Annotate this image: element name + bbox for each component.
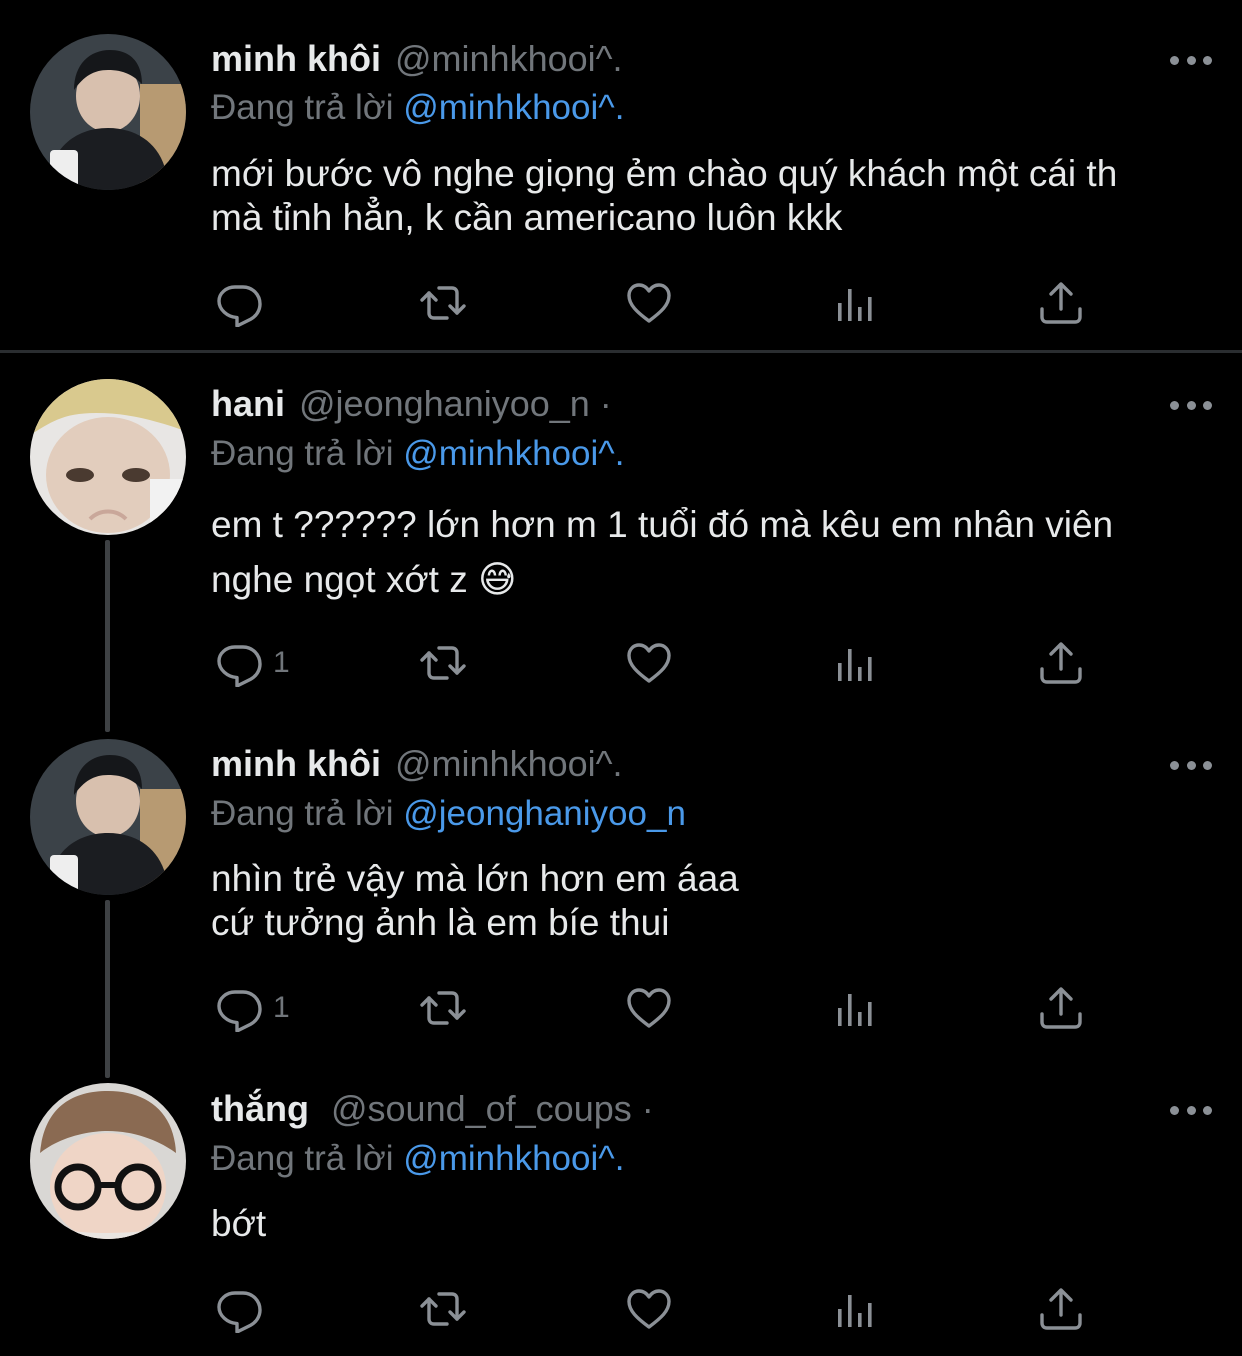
tweet-text-line: mới bước vô nghe giọng ẻm chào quý khách…	[211, 153, 1118, 194]
tweet-text-line: cứ tưởng ảnh là em bíe thui	[211, 902, 670, 943]
tweet-text-line: em t ?????? lớn hơn m 1 tuổi đó mà kêu e…	[211, 504, 1114, 545]
views-button[interactable]	[831, 278, 879, 328]
reply-icon	[215, 279, 263, 327]
tweet-text-line: nhìn trẻ vậy mà lớn hơn em áaa	[211, 858, 739, 899]
share-button[interactable]	[1037, 638, 1085, 688]
more-icon[interactable]	[1170, 1103, 1212, 1117]
retweet-button[interactable]	[419, 1284, 467, 1334]
views-button[interactable]	[831, 638, 879, 688]
share-button[interactable]	[1037, 983, 1085, 1033]
reply-icon	[215, 1285, 263, 1333]
views-button[interactable]	[831, 983, 879, 1033]
thread-line	[105, 540, 110, 732]
replying-to-label: Đang trả lời	[211, 794, 394, 833]
views-icon	[831, 1285, 879, 1333]
views-icon	[831, 279, 879, 327]
more-icon[interactable]	[1170, 53, 1212, 67]
avatar[interactable]	[30, 1083, 186, 1239]
replying-to: Đang trả lời @jeonghaniyoo_n	[211, 794, 686, 834]
heart-icon	[625, 279, 673, 327]
reply-button[interactable]: 1	[215, 983, 290, 1033]
mention-link[interactable]: @minhkhooi^.	[403, 1139, 624, 1178]
tweet-text-line: nghe ngọt xớt z 😅	[211, 559, 517, 600]
replying-to-label: Đang trả lời	[211, 1139, 394, 1178]
like-button[interactable]	[625, 638, 673, 688]
like-button[interactable]	[625, 983, 673, 1033]
display-name[interactable]: hani	[211, 383, 285, 425]
tweet-header: minh khôi @minhkhooi^.	[211, 38, 623, 84]
tweet-actions	[211, 1284, 1091, 1334]
heart-icon	[625, 639, 673, 687]
display-name[interactable]: thắng	[211, 1088, 309, 1130]
tweet-text: mới bước vô nghe giọng ẻm chào quý khách…	[211, 152, 1211, 240]
reply-icon	[215, 984, 263, 1032]
avatar[interactable]	[30, 34, 186, 190]
replying-to: Đang trả lời @minhkhooi^.	[211, 88, 624, 128]
tweet-header: minh khôi @minhkhooi^.	[211, 743, 623, 789]
retweet-icon	[419, 984, 467, 1032]
reply-button[interactable]	[215, 278, 273, 328]
retweet-icon	[419, 279, 467, 327]
username[interactable]: @minhkhooi^.	[395, 38, 623, 80]
retweet-button[interactable]	[419, 983, 467, 1033]
tweet-header: hani @jeonghaniyoo_n ·	[211, 383, 612, 429]
reply-count: 1	[273, 646, 290, 679]
share-icon	[1037, 1285, 1085, 1333]
tweet-actions	[211, 278, 1091, 328]
retweet-icon	[419, 639, 467, 687]
share-button[interactable]	[1037, 1284, 1085, 1334]
reply-button[interactable]: 1	[215, 638, 290, 688]
tweet-header: thắng @sound_of_coups ·	[211, 1088, 654, 1134]
like-button[interactable]	[625, 1284, 673, 1334]
tweet-divider	[0, 350, 1242, 353]
heart-icon	[625, 1285, 673, 1333]
tweet-text: bớt	[211, 1202, 1211, 1246]
share-icon	[1037, 279, 1085, 327]
thread-line	[105, 900, 110, 1078]
avatar[interactable]	[30, 379, 186, 535]
share-button[interactable]	[1037, 278, 1085, 328]
username[interactable]: @minhkhooi^.	[395, 743, 623, 785]
mention-link[interactable]: @jeonghaniyoo_n	[403, 794, 686, 833]
display-name[interactable]: minh khôi	[211, 38, 381, 80]
replying-to-label: Đang trả lời	[211, 434, 394, 473]
mention-link[interactable]: @minhkhooi^.	[403, 434, 624, 473]
tweet-text: nhìn trẻ vậy mà lớn hơn em áaa cứ tưởng …	[211, 857, 1211, 945]
views-button[interactable]	[831, 1284, 879, 1334]
tweet-actions: 1	[211, 638, 1091, 688]
share-icon	[1037, 984, 1085, 1032]
heart-icon	[625, 984, 673, 1032]
tweet-text-line: mà tỉnh hẳn, k cần americano luôn kkk	[211, 197, 843, 238]
tweet[interactable]: minh khôi @minhkhooi^. Đang trả lời @min…	[0, 0, 1242, 350]
avatar[interactable]	[30, 739, 186, 895]
replying-to: Đang trả lời @minhkhooi^.	[211, 434, 624, 474]
display-name[interactable]: minh khôi	[211, 743, 381, 785]
username[interactable]: @jeonghaniyoo_n ·	[299, 383, 612, 425]
more-icon[interactable]	[1170, 398, 1212, 412]
mention-link[interactable]: @minhkhooi^.	[403, 88, 624, 127]
retweet-button[interactable]	[419, 278, 467, 328]
retweet-icon	[419, 1285, 467, 1333]
views-icon	[831, 984, 879, 1032]
more-icon[interactable]	[1170, 758, 1212, 772]
tweet-text-line: bớt	[211, 1203, 267, 1244]
tweet-actions: 1	[211, 983, 1091, 1033]
reply-button[interactable]	[215, 1284, 273, 1334]
like-button[interactable]	[625, 278, 673, 328]
username[interactable]: @sound_of_coups ·	[331, 1088, 654, 1130]
views-icon	[831, 639, 879, 687]
replying-to: Đang trả lời @minhkhooi^.	[211, 1139, 624, 1179]
replying-to-label: Đang trả lời	[211, 88, 394, 127]
tweet-text: em t ?????? lớn hơn m 1 tuổi đó mà kêu e…	[211, 497, 1211, 607]
reply-icon	[215, 639, 263, 687]
retweet-button[interactable]	[419, 638, 467, 688]
share-icon	[1037, 639, 1085, 687]
reply-count: 1	[273, 991, 290, 1024]
